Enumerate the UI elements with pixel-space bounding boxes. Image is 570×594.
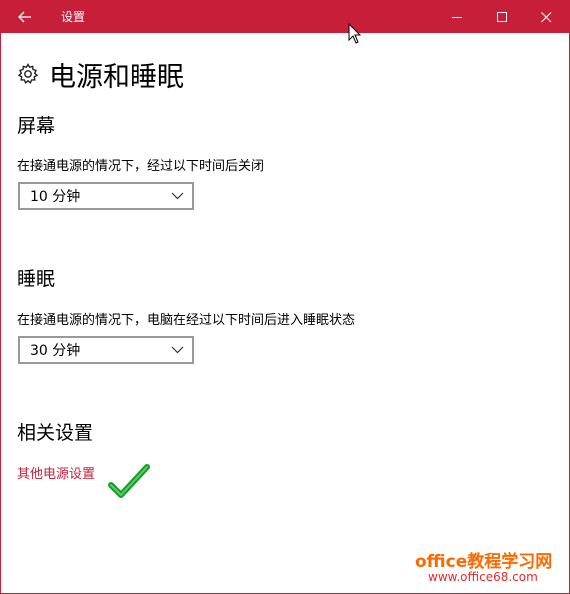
maximize-button[interactable]: [479, 1, 525, 33]
watermark-title: office教程学习网: [415, 552, 553, 572]
screen-timeout-dropdown[interactable]: 10 分钟: [18, 182, 194, 210]
minimize-icon: [451, 16, 462, 18]
sleep-timeout-dropdown[interactable]: 30 分钟: [18, 336, 194, 364]
close-button[interactable]: [523, 1, 569, 33]
back-button[interactable]: [1, 1, 49, 33]
sleep-description: 在接通电源的情况下，电脑在经过以下时间后进入睡眠状态: [17, 313, 356, 328]
mouse-cursor-icon: [348, 23, 362, 44]
minimize-button[interactable]: [434, 1, 480, 33]
page-header: 电源和睡眠: [17, 56, 184, 93]
chevron-down-icon: [171, 346, 184, 354]
title-bar: 设置: [1, 1, 569, 33]
green-checkmark-icon: [108, 464, 150, 498]
settings-window: 设置 电源和睡眠 屏幕 在接通电源的情况下，经过以下时间后关闭 10 分钟 睡眠…: [0, 0, 570, 594]
screen-description: 在接通电源的情况下，经过以下时间后关闭: [17, 159, 265, 174]
screen-timeout-value: 10 分钟: [30, 189, 81, 205]
watermark-url: www.office68.com: [428, 570, 538, 584]
window-title: 设置: [61, 10, 86, 24]
sleep-timeout-value: 30 分钟: [30, 343, 81, 359]
screen-section-title: 屏幕: [17, 115, 56, 137]
chevron-down-icon: [171, 192, 184, 200]
maximize-icon: [496, 11, 507, 22]
page-title: 电源和睡眠: [49, 61, 184, 93]
gear-icon: [17, 63, 39, 84]
additional-power-settings-link[interactable]: 其他电源设置: [17, 463, 95, 482]
related-settings-title: 相关设置: [17, 422, 94, 444]
sleep-section-title: 睡眠: [17, 268, 56, 290]
close-icon: [540, 11, 551, 22]
back-arrow-icon: [18, 11, 31, 23]
